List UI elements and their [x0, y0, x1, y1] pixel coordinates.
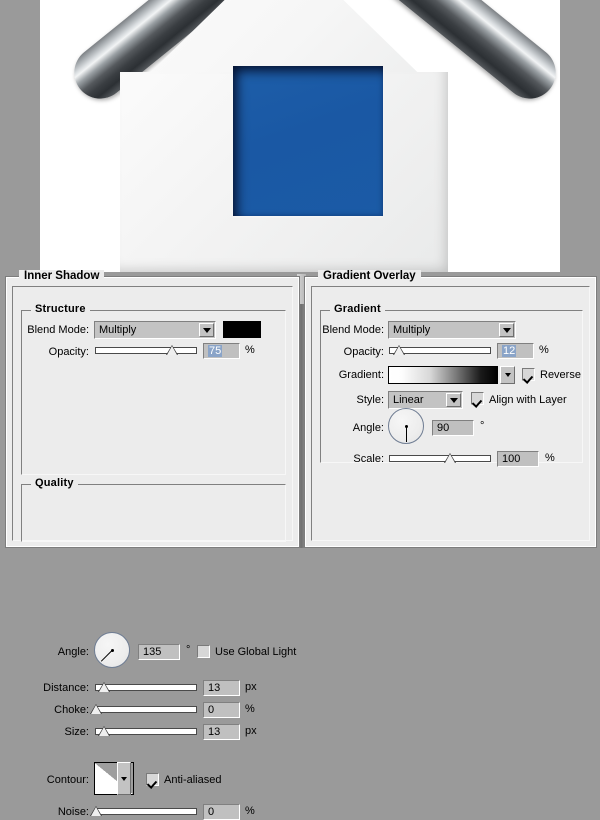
gradient-angle-dial[interactable] [388, 408, 424, 444]
opacity-label: Opacity: [48, 346, 89, 358]
align-with-layer-label: Align with Layer [489, 394, 567, 406]
gradient-opacity-unit: % [539, 344, 549, 356]
scale-field[interactable]: 100 [497, 451, 539, 467]
noise-field[interactable]: 0 [203, 804, 240, 820]
noise-slider-thumb[interactable] [90, 805, 103, 816]
gradient-angle-unit: ° [480, 420, 485, 432]
distance-slider-track[interactable] [95, 684, 197, 691]
choke-field[interactable]: 0 [203, 702, 240, 718]
structure-group-title: Structure [31, 303, 90, 315]
chevron-down-icon[interactable] [499, 323, 514, 337]
contour-label: Contour: [46, 774, 89, 786]
distance-field[interactable]: 13 [203, 680, 240, 696]
distance-unit: px [245, 681, 257, 693]
angle-field[interactable]: 135 [138, 644, 180, 660]
gradient-opacity-label: Opacity: [343, 346, 384, 358]
size-value: 13 [208, 726, 221, 738]
scale-label: Scale: [353, 453, 384, 465]
noise-value: 0 [208, 806, 215, 818]
gradient-overlay-panel: Gradient Overlay Gradient Blend Mode: Mu… [305, 270, 596, 547]
choke-value: 0 [208, 704, 215, 716]
noise-unit: % [245, 805, 255, 817]
choke-unit: % [245, 703, 255, 715]
size-slider-thumb[interactable] [98, 725, 111, 736]
gradient-opacity-value: 12 [502, 345, 517, 357]
house-window [233, 66, 383, 216]
inner-shadow-panel: Inner Shadow Structure Blend Mode: Multi… [6, 270, 299, 820]
gradient-angle-value: 90 [437, 422, 450, 434]
angle-dial[interactable] [94, 632, 130, 668]
noise-slider[interactable] [90, 805, 197, 817]
gradient-blend-mode-select[interactable]: Multiply [388, 321, 516, 339]
blend-mode-select[interactable]: Multiply [94, 321, 216, 339]
blend-mode-label: Blend Mode: [27, 324, 89, 336]
gradient-blend-mode-label: Blend Mode: [322, 324, 384, 336]
angle-label: Angle: [57, 646, 89, 658]
angle-unit: ° [186, 644, 191, 656]
gradient-overlay-title: Gradient Overlay [318, 270, 421, 282]
size-slider-track[interactable] [95, 728, 197, 735]
scale-slider-thumb[interactable] [444, 452, 457, 463]
size-slider[interactable] [95, 725, 197, 737]
distance-label: Distance: [43, 682, 89, 694]
opacity-value: 75 [208, 345, 223, 357]
distance-value: 13 [208, 682, 221, 694]
angle-dial-hub [110, 648, 114, 652]
use-global-light-label: Use Global Light [215, 646, 297, 658]
anti-aliased-checkbox[interactable] [146, 773, 159, 786]
gradient-angle-dial-hand [406, 426, 407, 442]
quality-group [21, 484, 286, 542]
choke-slider-track[interactable] [95, 706, 197, 713]
artwork-canvas [0, 0, 600, 272]
gradient-blend-mode-value: Multiply [393, 324, 431, 336]
opacity-slider-thumb[interactable] [165, 344, 178, 355]
align-with-layer-checkbox[interactable] [471, 392, 484, 405]
style-label: Style: [356, 394, 384, 406]
noise-slider-track[interactable] [95, 808, 197, 815]
gradient-label: Gradient: [338, 369, 384, 381]
shadow-color-swatch[interactable] [223, 321, 261, 338]
gradient-preview[interactable] [388, 366, 498, 384]
opacity-slider-track[interactable] [95, 347, 197, 354]
scale-slider[interactable] [389, 452, 491, 464]
size-unit: px [245, 725, 257, 737]
distance-slider[interactable] [95, 681, 197, 693]
angle-value: 135 [143, 646, 162, 658]
blend-mode-value: Multiply [99, 324, 137, 336]
chevron-down-icon[interactable] [446, 393, 461, 407]
gradient-group-title: Gradient [330, 303, 385, 315]
size-field[interactable]: 13 [203, 724, 240, 740]
style-select[interactable]: Linear [388, 391, 463, 409]
inner-shadow-title: Inner Shadow [19, 270, 105, 282]
distance-slider-thumb[interactable] [98, 681, 111, 692]
gradient-opacity-field[interactable]: 12 [497, 343, 534, 359]
choke-slider-thumb[interactable] [90, 703, 103, 714]
anti-aliased-label: Anti-aliased [164, 774, 222, 786]
use-global-light-checkbox[interactable] [197, 645, 210, 658]
gradient-angle-label: Angle: [352, 422, 384, 434]
choke-label: Choke: [54, 704, 89, 716]
reverse-checkbox[interactable] [522, 368, 535, 381]
size-label: Size: [64, 726, 89, 738]
gradient-picker-button[interactable] [500, 366, 515, 384]
opacity-field[interactable]: 75 [203, 343, 240, 359]
reverse-label: Reverse [540, 369, 581, 381]
quality-group-title: Quality [31, 477, 78, 489]
gradient-opacity-slider-thumb[interactable] [393, 344, 406, 355]
gradient-angle-dial-hub [404, 424, 408, 428]
choke-slider[interactable] [90, 703, 197, 715]
gradient-angle-field[interactable]: 90 [432, 420, 474, 436]
style-value: Linear [393, 394, 424, 406]
gradient-opacity-slider[interactable] [389, 344, 491, 356]
scale-unit: % [545, 452, 555, 464]
app-screen: Inner Shadow Structure Blend Mode: Multi… [0, 0, 600, 820]
noise-label: Noise: [57, 806, 89, 818]
scale-value: 100 [502, 453, 521, 465]
opacity-unit: % [245, 344, 255, 356]
chevron-down-icon[interactable] [199, 323, 214, 337]
opacity-slider[interactable] [95, 344, 197, 356]
scale-slider-track[interactable] [389, 455, 491, 462]
contour-dropdown-button[interactable] [117, 762, 131, 795]
